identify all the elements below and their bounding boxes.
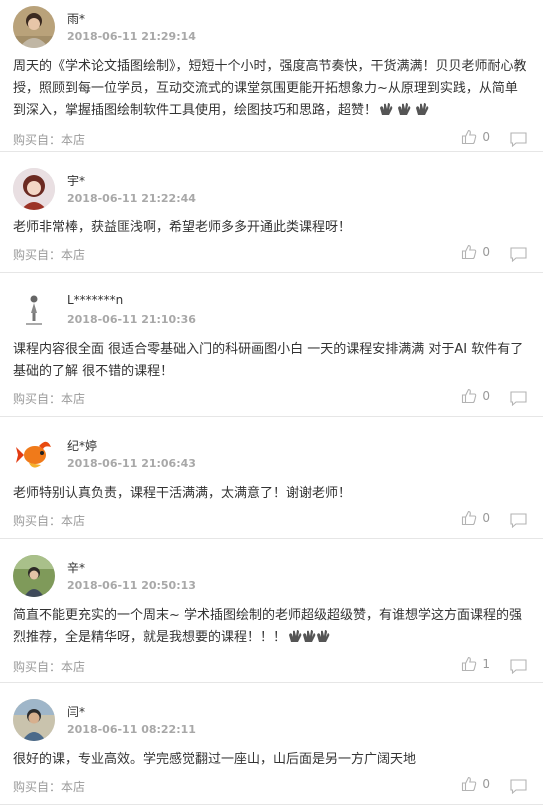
review-time: 2018-06-11 21:10:36	[67, 313, 196, 326]
review-time: 2018-06-11 21:22:44	[67, 192, 196, 205]
clapping-hands-emoji	[379, 102, 431, 124]
review-footer: 购买自：本店 0	[13, 383, 530, 415]
thumbs-up-icon	[461, 656, 477, 672]
purchase-source: 购买自：本店	[13, 133, 86, 147]
like-count: 0	[482, 511, 490, 525]
purchase-source: 购买自：本店	[13, 660, 86, 674]
thumbs-up-icon	[461, 510, 477, 526]
review-time: 2018-06-11 20:50:13	[67, 579, 196, 592]
like-button[interactable]: 1	[461, 656, 490, 672]
review-content: 老师特别认真负责，课程干活满满，太满意了！谢谢老师！	[13, 483, 530, 505]
review-item: L*******n 2018-06-11 21:10:36 课程内容很全面 很适…	[0, 273, 543, 417]
review-header: 闫* 2018-06-11 08:22:11	[13, 683, 530, 749]
like-button[interactable]: 0	[461, 244, 490, 260]
thumbs-up-icon	[461, 244, 477, 260]
purchase-source: 购买自：本店	[13, 780, 86, 794]
like-button[interactable]: 0	[461, 776, 490, 792]
like-count: 0	[482, 389, 490, 403]
review-item: 宇* 2018-06-11 21:22:44 老师非常棒，获益匪浅啊，希望老师多…	[0, 152, 543, 273]
like-button[interactable]: 0	[461, 388, 490, 404]
avatar[interactable]	[13, 433, 55, 475]
username: L*******n	[67, 293, 124, 307]
review-header: 雨* 2018-06-11 21:29:14	[13, 0, 530, 56]
review-header: 纪*婷 2018-06-11 21:06:43	[13, 417, 530, 483]
like-count: 0	[482, 130, 490, 144]
purchase-source: 购买自：本店	[13, 514, 86, 528]
avatar[interactable]	[13, 6, 55, 48]
review-item: 闫* 2018-06-11 08:22:11 很好的课，专业高效。学完感觉翻过一…	[0, 683, 543, 805]
thumbs-up-icon	[461, 776, 477, 792]
review-header: L*******n 2018-06-11 21:10:36	[13, 273, 530, 339]
review-footer: 购买自：本店 1	[13, 651, 530, 683]
avatar[interactable]	[13, 699, 55, 741]
comment-icon[interactable]	[510, 391, 527, 406]
review-text: 课程内容很全面 很适合零基础入门的科研画图小白 一天的课程安排满满 对于AI 软…	[13, 342, 524, 379]
review-content: 课程内容很全面 很适合零基础入门的科研画图小白 一天的课程安排满满 对于AI 软…	[13, 339, 530, 383]
comment-icon[interactable]	[510, 247, 527, 262]
purchase-source: 购买自：本店	[13, 392, 86, 406]
review-time: 2018-06-11 21:06:43	[67, 457, 196, 470]
comment-icon[interactable]	[510, 513, 527, 528]
like-count: 0	[482, 245, 490, 259]
review-item: 雨* 2018-06-11 21:29:14 周天的《学术论文插图绘制》，短短十…	[0, 0, 543, 152]
comment-icon[interactable]	[510, 659, 527, 674]
review-item: 辛* 2018-06-11 20:50:13 简直不能更充实的一个周末~ 学术插…	[0, 539, 543, 683]
review-text: 老师非常棒，获益匪浅啊，希望老师多多开通此类课程呀！	[13, 220, 352, 235]
purchase-source: 购买自：本店	[13, 248, 86, 262]
review-time: 2018-06-11 21:29:14	[67, 30, 196, 43]
review-footer: 购买自：本店 0	[13, 505, 530, 537]
username: 纪*婷	[67, 439, 98, 453]
username: 雨*	[67, 12, 86, 26]
thumbs-up-icon	[461, 129, 477, 145]
like-count: 1	[482, 657, 490, 671]
like-count: 0	[482, 777, 490, 791]
username: 宇*	[67, 174, 86, 188]
like-button[interactable]: 0	[461, 510, 490, 526]
avatar[interactable]	[13, 168, 55, 210]
review-item: 纪*婷 2018-06-11 21:06:43 老师特别认真负责，课程干活满满，…	[0, 417, 543, 539]
clapping-hands-emoji	[288, 629, 332, 651]
review-content: 简直不能更充实的一个周末~ 学术插图绘制的老师超级超级赞，有谁想学这方面课程的强…	[13, 605, 530, 651]
review-text: 很好的课，专业高效。学完感觉翻过一座山，山后面是另一方广阔天地	[13, 752, 417, 767]
avatar[interactable]	[13, 289, 55, 331]
username: 辛*	[67, 561, 86, 575]
username: 闫*	[67, 705, 86, 719]
review-text: 老师特别认真负责，课程干活满满，太满意了！谢谢老师！	[13, 486, 352, 501]
review-header: 辛* 2018-06-11 20:50:13	[13, 539, 530, 605]
review-content: 很好的课，专业高效。学完感觉翻过一座山，山后面是另一方广阔天地	[13, 749, 530, 771]
review-text: 周天的《学术论文插图绘制》，短短十个小时，强度高节奏快，干货满满！贝贝老师耐心教…	[13, 59, 527, 118]
avatar[interactable]	[13, 555, 55, 597]
review-footer: 购买自：本店 0	[13, 239, 530, 271]
thumbs-up-icon	[461, 388, 477, 404]
review-header: 宇* 2018-06-11 21:22:44	[13, 152, 530, 217]
review-footer: 购买自：本店 0	[13, 771, 530, 803]
review-text: 简直不能更充实的一个周末~ 学术插图绘制的老师超级超级赞，有谁想学这方面课程的强…	[13, 608, 523, 645]
comment-icon[interactable]	[510, 132, 527, 147]
review-list: 雨* 2018-06-11 21:29:14 周天的《学术论文插图绘制》，短短十…	[0, 0, 543, 805]
like-button[interactable]: 0	[461, 129, 490, 145]
comment-icon[interactable]	[510, 779, 527, 794]
review-content: 周天的《学术论文插图绘制》，短短十个小时，强度高节奏快，干货满满！贝贝老师耐心教…	[13, 56, 530, 124]
review-content: 老师非常棒，获益匪浅啊，希望老师多多开通此类课程呀！	[13, 217, 530, 239]
review-time: 2018-06-11 08:22:11	[67, 723, 196, 736]
